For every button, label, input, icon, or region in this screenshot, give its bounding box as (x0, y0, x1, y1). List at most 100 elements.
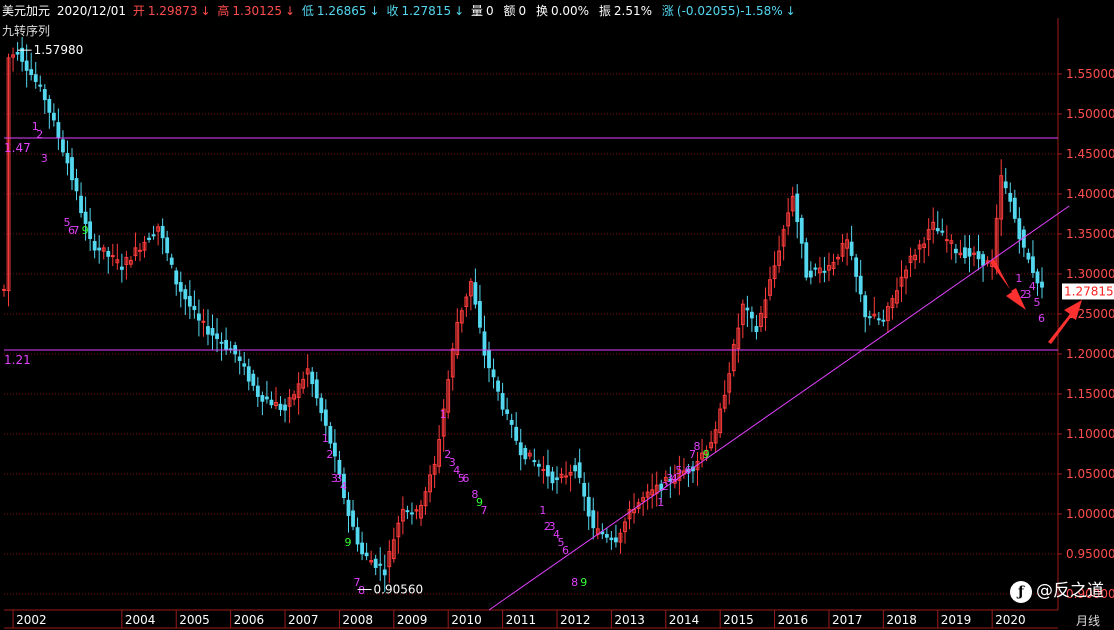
candle-down (206, 326, 210, 335)
candle-down (106, 250, 111, 257)
candle-down (255, 385, 260, 397)
candle-down (119, 266, 124, 270)
candle-down (355, 527, 360, 545)
td-count-label: 6 (562, 544, 569, 557)
y-tick-label: 1.35000 (1066, 227, 1114, 241)
candle-down (586, 496, 591, 517)
candle-down (1003, 181, 1008, 189)
td-count-label: 8 (358, 584, 365, 597)
candle-up (110, 255, 115, 258)
candle-down (165, 237, 170, 254)
candle-down (224, 339, 229, 350)
candle-down (491, 369, 496, 378)
candle-down (863, 295, 868, 318)
candle-down (264, 396, 269, 400)
candle-down (953, 248, 958, 254)
td-count-label: 2 (36, 128, 43, 141)
y-tick-label: 1.05000 (1066, 467, 1114, 481)
candle-down (178, 282, 183, 292)
td-count-label: 2 (326, 448, 333, 461)
candle-down (360, 542, 364, 555)
candle-down (876, 318, 881, 321)
td-count-label: 4 (340, 480, 347, 493)
candle-down (197, 313, 201, 321)
candle-down (410, 512, 414, 515)
candle-down (523, 448, 528, 460)
candle-down (242, 363, 247, 367)
candle-down (799, 217, 804, 244)
period-selector[interactable]: 月线 (1076, 612, 1100, 629)
candle-down (550, 471, 555, 484)
candle-down (967, 248, 972, 257)
candle-down (582, 482, 587, 497)
td-count-label: 4 (1029, 280, 1036, 293)
candle-down (745, 307, 750, 311)
candle-down (604, 534, 609, 538)
candle-down (1031, 256, 1035, 273)
candle-up (944, 239, 949, 242)
candle-down (940, 230, 945, 233)
candle-down (1035, 271, 1040, 284)
td-count-label: 1 (440, 408, 447, 421)
x-tick-label: 2011 (506, 613, 537, 627)
candle-up (201, 320, 206, 323)
candle-down (963, 247, 967, 259)
candle-down (42, 89, 47, 101)
td-count-label: 1 (322, 432, 329, 445)
candle-down (351, 510, 355, 527)
x-tick-label: 2008 (342, 613, 373, 627)
td-count-label: 5 (675, 464, 682, 477)
candle-down (83, 211, 88, 224)
candle-down (378, 563, 383, 566)
candle-down (496, 380, 500, 392)
y-tick-label: 1.45000 (1066, 147, 1114, 161)
td-count-label: 1 (657, 496, 664, 509)
candle-down (88, 221, 93, 240)
candle-down (61, 139, 65, 153)
candle-down (210, 328, 215, 336)
y-tick-label: 1.10000 (1066, 427, 1114, 441)
y-tick-label: 1.55000 (1066, 67, 1114, 81)
candle-down (822, 270, 827, 273)
x-tick-label: 2007 (288, 613, 319, 627)
candle-down (314, 379, 319, 399)
candlestick-chart[interactable]: 1.55000 1.50000 1.45000 1.40000 1.35000 1.300… (0, 0, 1114, 630)
candle-down (881, 319, 886, 322)
candle-down (147, 237, 151, 240)
candle-down (332, 442, 337, 457)
candle-down (473, 282, 478, 305)
candle-down (373, 558, 378, 568)
candle-down (1040, 281, 1044, 288)
y-tick-label: 0.95000 (1066, 547, 1114, 561)
candle-down (573, 465, 578, 472)
candle-down (808, 270, 813, 278)
candle-down (487, 349, 491, 369)
x-tick-label: 2010 (451, 613, 482, 627)
candle-down (614, 537, 618, 543)
candle-down (804, 242, 809, 278)
candle-down (183, 289, 188, 300)
candle-down (813, 267, 818, 270)
candle-down (976, 251, 981, 260)
candle-down (219, 341, 224, 344)
td-count-label: 3 (41, 152, 48, 165)
y-tick-label: 1.00000 (1066, 507, 1114, 521)
candle-down (319, 397, 324, 414)
x-tick-label: 2005 (179, 613, 210, 627)
td-count-label: 6 (1038, 312, 1045, 325)
y-tick-label: 1.40000 (1066, 187, 1114, 201)
y-tick-label: 1.30000 (1066, 267, 1114, 281)
x-tick-label: 2006 (234, 613, 265, 627)
horizontal-line-label: 1.47 (4, 141, 31, 155)
candle-down (609, 537, 614, 541)
candle-down (323, 409, 328, 426)
candle-down (47, 98, 52, 113)
candle-down (405, 510, 410, 513)
td-count-label: 6 (684, 464, 691, 477)
candle-down (577, 462, 582, 478)
candle-down (795, 193, 800, 223)
candle-down (478, 301, 482, 328)
candle-down (269, 399, 274, 406)
x-tick-label: 2017 (832, 613, 863, 627)
candle-down (754, 326, 759, 332)
